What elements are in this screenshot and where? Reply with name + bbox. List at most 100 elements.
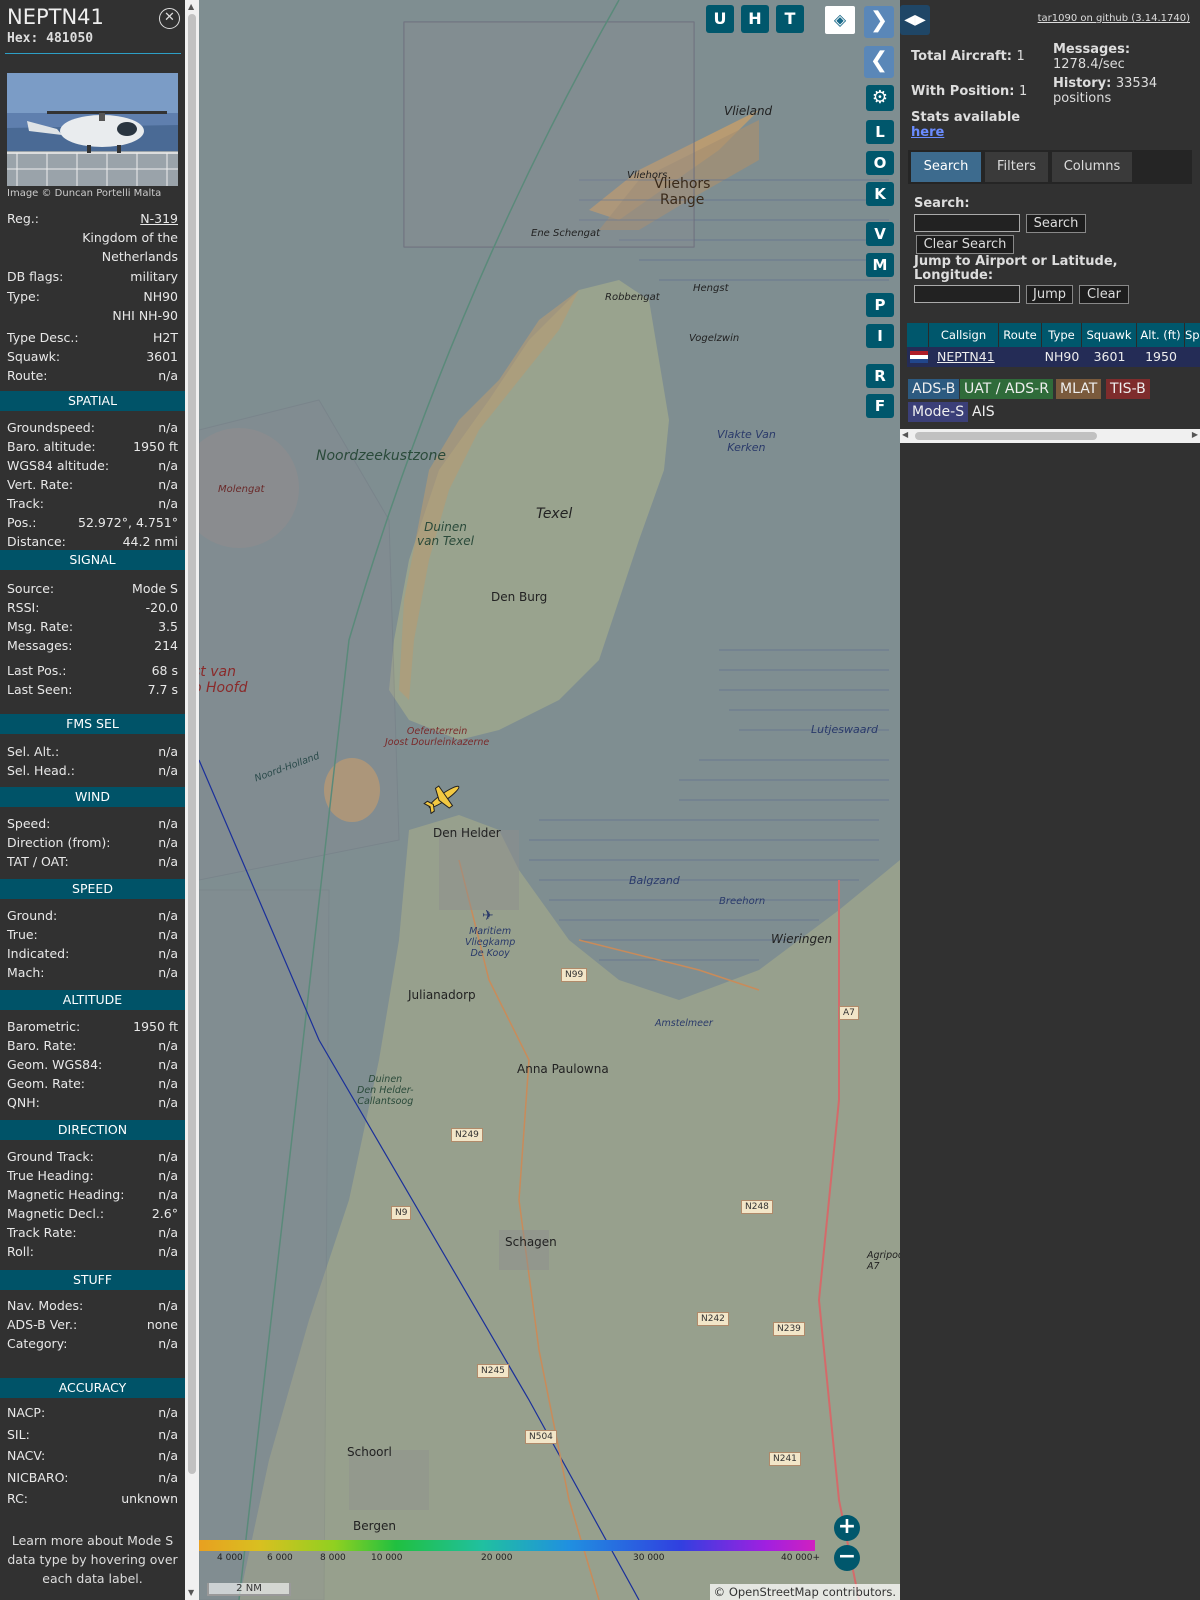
jump-input[interactable] <box>914 285 1020 303</box>
column-flag[interactable] <box>907 323 929 347</box>
detail-label[interactable]: Groundspeed: <box>7 419 95 437</box>
detail-label[interactable]: RSSI: <box>7 599 39 617</box>
detail-label[interactable]: NICBARO: <box>7 1469 68 1487</box>
map-button-i[interactable]: I <box>866 324 894 348</box>
clear-search-button[interactable]: Clear Search <box>916 235 1014 254</box>
zoom-out-icon[interactable]: − <box>834 1545 860 1571</box>
chevron-right-icon[interactable]: ❯ <box>864 6 894 38</box>
scroll-up-icon[interactable]: ▲ <box>188 2 194 11</box>
detail-label[interactable]: Distance: <box>7 533 66 551</box>
expand-collapse-icon[interactable]: ◀▶ <box>900 5 930 35</box>
detail-label[interactable]: Geom. Rate: <box>7 1075 85 1093</box>
column-speed[interactable]: Sp <box>1185 323 1200 347</box>
detail-label[interactable]: Category: <box>7 1335 67 1353</box>
chevron-left-icon[interactable]: ❮ <box>864 46 894 78</box>
detail-label[interactable]: Track: <box>7 495 44 513</box>
detail-label[interactable]: Mach: <box>7 964 44 982</box>
map-button-m[interactable]: M <box>866 253 894 277</box>
detail-label[interactable]: RC: <box>7 1490 28 1508</box>
detail-label[interactable]: Source: <box>7 580 54 598</box>
detail-label[interactable]: Magnetic Heading: <box>7 1186 124 1204</box>
section-header-accuracy: ACCURACY <box>0 1378 185 1398</box>
detail-label[interactable]: QNH: <box>7 1094 40 1112</box>
detail-label[interactable]: Geom. WGS84: <box>7 1056 102 1074</box>
detail-label[interactable]: Sel. Head.: <box>7 762 75 780</box>
tab-columns[interactable]: Columns <box>1052 152 1132 182</box>
row-callsign[interactable]: NEPTN41 <box>929 347 999 367</box>
map-button-u[interactable]: U <box>706 5 734 33</box>
detail-label[interactable]: Messages: <box>7 637 73 655</box>
info-value[interactable]: N-319 <box>140 210 178 228</box>
detail-label[interactable]: True Heading: <box>7 1167 94 1185</box>
detail-label[interactable]: Msg. Rate: <box>7 618 73 636</box>
map-view[interactable]: Vlieland Vliehors Vliehors Range Ene Sch… <box>199 0 900 1600</box>
column-altitude[interactable]: Alt. (ft) <box>1137 323 1185 347</box>
map-button-l[interactable]: L <box>866 120 894 144</box>
detail-label[interactable]: TAT / OAT: <box>7 853 69 871</box>
table-row[interactable]: NEPTN41 NH90 3601 1950 <box>907 347 1200 367</box>
scroll-down-icon[interactable]: ▼ <box>188 1588 194 1597</box>
detail-label[interactable]: Baro. altitude: <box>7 438 96 456</box>
github-link[interactable]: tar1090 on github (3.14.1740) <box>1038 13 1190 24</box>
column-squawk[interactable]: Squawk <box>1082 323 1137 347</box>
detail-label[interactable]: Roll: <box>7 1243 34 1261</box>
table-horizontal-scrollbar[interactable]: ◀ ▶ <box>900 429 1200 443</box>
column-type[interactable]: Type <box>1042 323 1082 347</box>
column-callsign[interactable]: Callsign <box>929 323 999 347</box>
info-row: NHI NH-90 <box>7 307 178 325</box>
detail-label[interactable]: Barometric: <box>7 1018 80 1036</box>
aircraft-photo[interactable] <box>7 73 178 186</box>
detail-row: Geom. WGS84: n/a <box>7 1056 178 1074</box>
sidebar-scrollbar[interactable]: ▲ ▼ <box>185 0 199 1600</box>
detail-label[interactable]: WGS84 altitude: <box>7 457 109 475</box>
detail-label[interactable]: SIL: <box>7 1426 30 1444</box>
detail-label[interactable]: Speed: <box>7 815 50 833</box>
search-button[interactable]: Search <box>1026 214 1086 233</box>
gear-icon[interactable]: ⚙ <box>866 85 894 111</box>
map-button-o[interactable]: O <box>866 151 894 175</box>
jump-button[interactable]: Jump <box>1026 285 1073 304</box>
detail-label[interactable]: Sel. Alt.: <box>7 743 59 761</box>
scroll-right-icon[interactable]: ▶ <box>1192 430 1198 439</box>
tab-filters[interactable]: Filters <box>985 152 1048 182</box>
detail-label[interactable]: Direction (from): <box>7 834 111 852</box>
detail-label[interactable]: Indicated: <box>7 945 69 963</box>
layers-icon[interactable]: ◈ <box>825 6 855 34</box>
map-label-agripoort: Agripoort A7 <box>867 1250 900 1272</box>
detail-label[interactable]: Last Pos.: <box>7 662 66 680</box>
detail-label[interactable]: Vert. Rate: <box>7 476 73 494</box>
search-input[interactable] <box>914 214 1020 232</box>
detail-label[interactable]: Nav. Modes: <box>7 1297 83 1315</box>
detail-label[interactable]: True: <box>7 926 38 944</box>
map-button-v[interactable]: V <box>866 222 894 246</box>
detail-label[interactable]: Ground: <box>7 907 57 925</box>
zoom-in-icon[interactable]: + <box>834 1515 860 1541</box>
aircraft-marker-icon[interactable] <box>423 780 465 814</box>
map-button-f[interactable]: F <box>866 394 894 418</box>
stats-here-link[interactable]: here <box>911 125 944 140</box>
map-button-p[interactable]: P <box>866 293 894 317</box>
column-route[interactable]: Route <box>999 323 1042 347</box>
detail-label[interactable]: Last Seen: <box>7 681 72 699</box>
history-stat: History: 33534 <box>1053 76 1157 91</box>
map-button-h[interactable]: H <box>741 5 769 33</box>
detail-label[interactable]: Baro. Rate: <box>7 1037 76 1055</box>
scrollbar-thumb[interactable] <box>915 432 1097 440</box>
clear-button[interactable]: Clear <box>1079 285 1129 304</box>
detail-label[interactable]: Magnetic Decl.: <box>7 1205 104 1223</box>
map-button-k[interactable]: K <box>866 182 894 206</box>
detail-label[interactable]: Ground Track: <box>7 1148 94 1166</box>
close-icon[interactable]: ✕ <box>159 8 180 29</box>
detail-label[interactable]: Track Rate: <box>7 1224 77 1242</box>
scroll-left-icon[interactable]: ◀ <box>902 430 908 439</box>
map-label-schagen: Schagen <box>505 1235 557 1249</box>
detail-value: n/a <box>158 1298 178 1313</box>
detail-label[interactable]: Pos.: <box>7 514 36 532</box>
detail-label[interactable]: NACP: <box>7 1404 45 1422</box>
tab-search[interactable]: Search <box>911 152 981 182</box>
scrollbar-thumb[interactable] <box>188 14 196 1474</box>
map-button-t[interactable]: T <box>776 5 804 33</box>
detail-label[interactable]: NACV: <box>7 1447 45 1465</box>
map-button-r[interactable]: R <box>866 364 894 388</box>
detail-label[interactable]: ADS-B Ver.: <box>7 1316 77 1334</box>
